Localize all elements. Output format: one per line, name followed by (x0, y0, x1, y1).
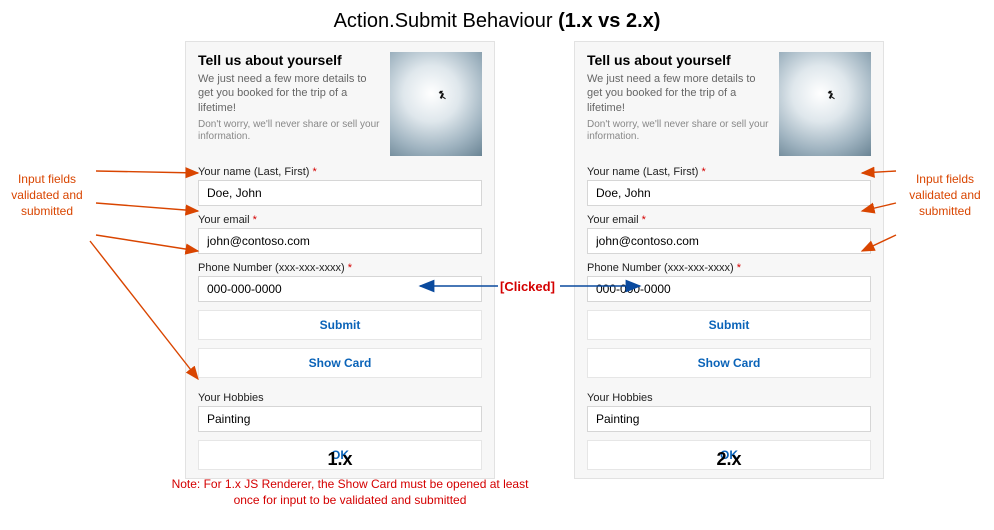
card-header: Tell us about yourself We just need a fe… (198, 52, 482, 156)
phone-label: Phone Number (xxx-xxx-xxxx) * (198, 262, 482, 274)
hobby-label: Your Hobbies (198, 392, 482, 404)
card-subtitle: We just need a few more details to get y… (587, 72, 769, 115)
name-input[interactable] (587, 180, 871, 206)
annotation-left: Input fields validated and submitted (2, 171, 92, 220)
name-label: Your name (Last, First) * (198, 166, 482, 178)
email-input[interactable] (587, 228, 871, 254)
card-title: Tell us about yourself (198, 52, 380, 68)
field-phone: Phone Number (xxx-xxx-xxxx) * (587, 262, 871, 302)
page-title-suffix: (1.x vs 2.x) (558, 10, 660, 32)
annotation-right: Input fields validated and submitted (900, 171, 990, 220)
page-title-prefix: Action.Submit Behaviour (334, 10, 559, 32)
card-image-diver (779, 52, 871, 156)
phone-label: Phone Number (xxx-xxx-xxxx) * (587, 262, 871, 274)
email-label: Your email * (198, 214, 482, 226)
card-header: Tell us about yourself We just need a fe… (587, 52, 871, 156)
show-card-button[interactable]: Show Card (587, 348, 871, 378)
hobby-label: Your Hobbies (587, 392, 871, 404)
card-2x: Tell us about yourself We just need a fe… (574, 41, 884, 479)
email-label: Your email * (587, 214, 871, 226)
card-subtitle: We just need a few more details to get y… (198, 72, 380, 115)
hobby-input[interactable] (198, 406, 482, 432)
phone-input[interactable] (587, 276, 871, 302)
field-name: Your name (Last, First) * (587, 166, 871, 206)
phone-input[interactable] (198, 276, 482, 302)
submit-button[interactable]: Submit (587, 310, 871, 340)
version-label-2x: 2.x (574, 449, 884, 470)
hobby-input[interactable] (587, 406, 871, 432)
field-phone: Phone Number (xxx-xxx-xxxx) * (198, 262, 482, 302)
footnote: Note: For 1.x JS Renderer, the Show Card… (170, 477, 530, 508)
show-card-button[interactable]: Show Card (198, 348, 482, 378)
field-email: Your email * (198, 214, 482, 254)
name-input[interactable] (198, 180, 482, 206)
diagram-stage: Tell us about yourself We just need a fe… (0, 41, 994, 481)
diver-icon (825, 88, 839, 102)
submit-button[interactable]: Submit (198, 310, 482, 340)
page-title: Action.Submit Behaviour (1.x vs 2.x) (0, 0, 994, 41)
name-label: Your name (Last, First) * (587, 166, 871, 178)
field-email: Your email * (587, 214, 871, 254)
field-hobby: Your Hobbies (587, 392, 871, 432)
card-image-diver (390, 52, 482, 156)
card-1x: Tell us about yourself We just need a fe… (185, 41, 495, 479)
version-label-1x: 1.x (185, 449, 495, 470)
annotation-clicked: [Clicked] (500, 279, 555, 294)
card-header-texts: Tell us about yourself We just need a fe… (587, 52, 769, 156)
card-fineprint: Don't worry, we'll never share or sell y… (198, 119, 380, 144)
email-input[interactable] (198, 228, 482, 254)
card-fineprint: Don't worry, we'll never share or sell y… (587, 119, 769, 144)
card-title: Tell us about yourself (587, 52, 769, 68)
card-header-texts: Tell us about yourself We just need a fe… (198, 52, 380, 156)
field-name: Your name (Last, First) * (198, 166, 482, 206)
field-hobby: Your Hobbies (198, 392, 482, 432)
diver-icon (436, 88, 450, 102)
